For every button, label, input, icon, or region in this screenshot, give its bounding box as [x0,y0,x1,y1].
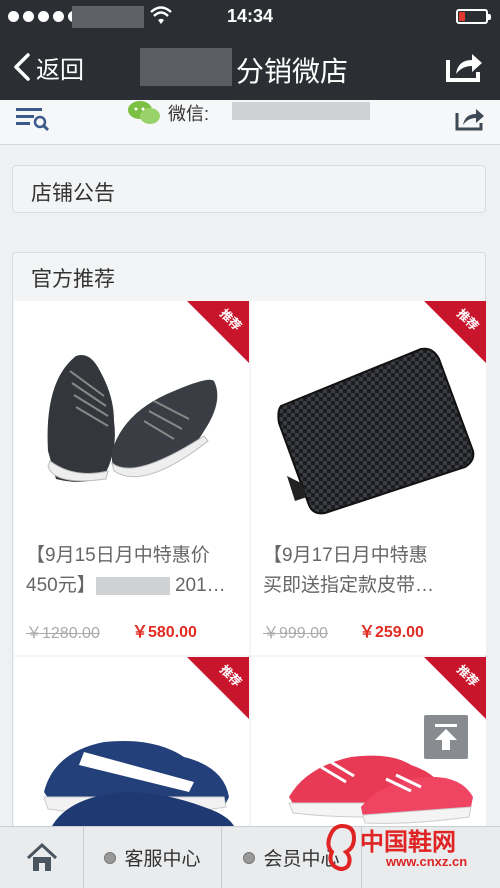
status-time: 14:34 [226,6,274,26]
shoe-logo-icon [326,823,357,871]
status-bar: 14:34 [0,0,500,34]
product-name: 【9月15日月中特惠价 450元】 201… [26,545,226,596]
share-icon[interactable] [454,104,486,132]
wechat-id-redacted [232,102,370,120]
shop-name-redacted [140,48,232,86]
menu-search-icon[interactable] [16,104,50,132]
wechat-icon [128,101,160,124]
section-title: 官方推荐 [31,268,115,291]
back-button[interactable]: 返回 [12,48,84,86]
recommend-ribbon: 推荐 [187,301,249,363]
product-name: 【9月17日月中特惠 买即送指定款皮带… [263,545,435,596]
battery-level [459,12,465,21]
wechat-label: 微信: [168,104,210,124]
product-card[interactable]: 推荐 【9月15日月中特惠价 450元】 201… ￥1280.00 ￥580.… [14,301,249,655]
back-to-top-button[interactable] [424,715,468,759]
store-notice[interactable]: 店铺公告 [12,165,486,213]
arrow-up-icon [435,724,457,750]
tab-label: 客服中心 [124,849,201,870]
store-notice-title: 店铺公告 [31,182,115,205]
nav-bar: 返回 分销微店 [0,34,500,100]
share-icon[interactable] [444,48,484,84]
official-recommend-section: 官方推荐 推荐 【9月15日月中特惠价 450元】 201… ￥1280.00 … [12,252,486,857]
dot-icon [243,851,256,864]
recommend-ribbon: 推荐 [424,657,486,719]
original-price: ￥1280.00 [26,625,100,642]
watermark-url: www.cnxz.cn [386,854,468,869]
original-price: ￥999.00 [263,625,328,642]
chevron-left-icon [14,53,30,81]
watermark-text: 中国鞋网 [360,828,456,856]
sale-price: ￥259.00 [359,624,424,641]
back-label: 返回 [36,56,84,84]
dot-icon [104,851,117,864]
home-icon [26,842,57,871]
product-card[interactable]: 推荐 【9月17日月中特惠 买即送指定款皮带… ￥999.00 ￥259.00 [251,301,486,655]
recommend-ribbon: 推荐 [424,301,486,363]
battery-icon [456,9,491,24]
sale-price: ￥580.00 [132,624,197,641]
watermark: 中国鞋网 www.cnxz.cn [322,820,500,884]
tab-customer-service[interactable]: 客服中心 [84,827,222,888]
recommend-ribbon: 推荐 [187,657,249,719]
page-title: 分销微店 [236,56,349,87]
shop-info-bar: 微信: [0,100,500,145]
tab-home[interactable] [0,827,84,888]
